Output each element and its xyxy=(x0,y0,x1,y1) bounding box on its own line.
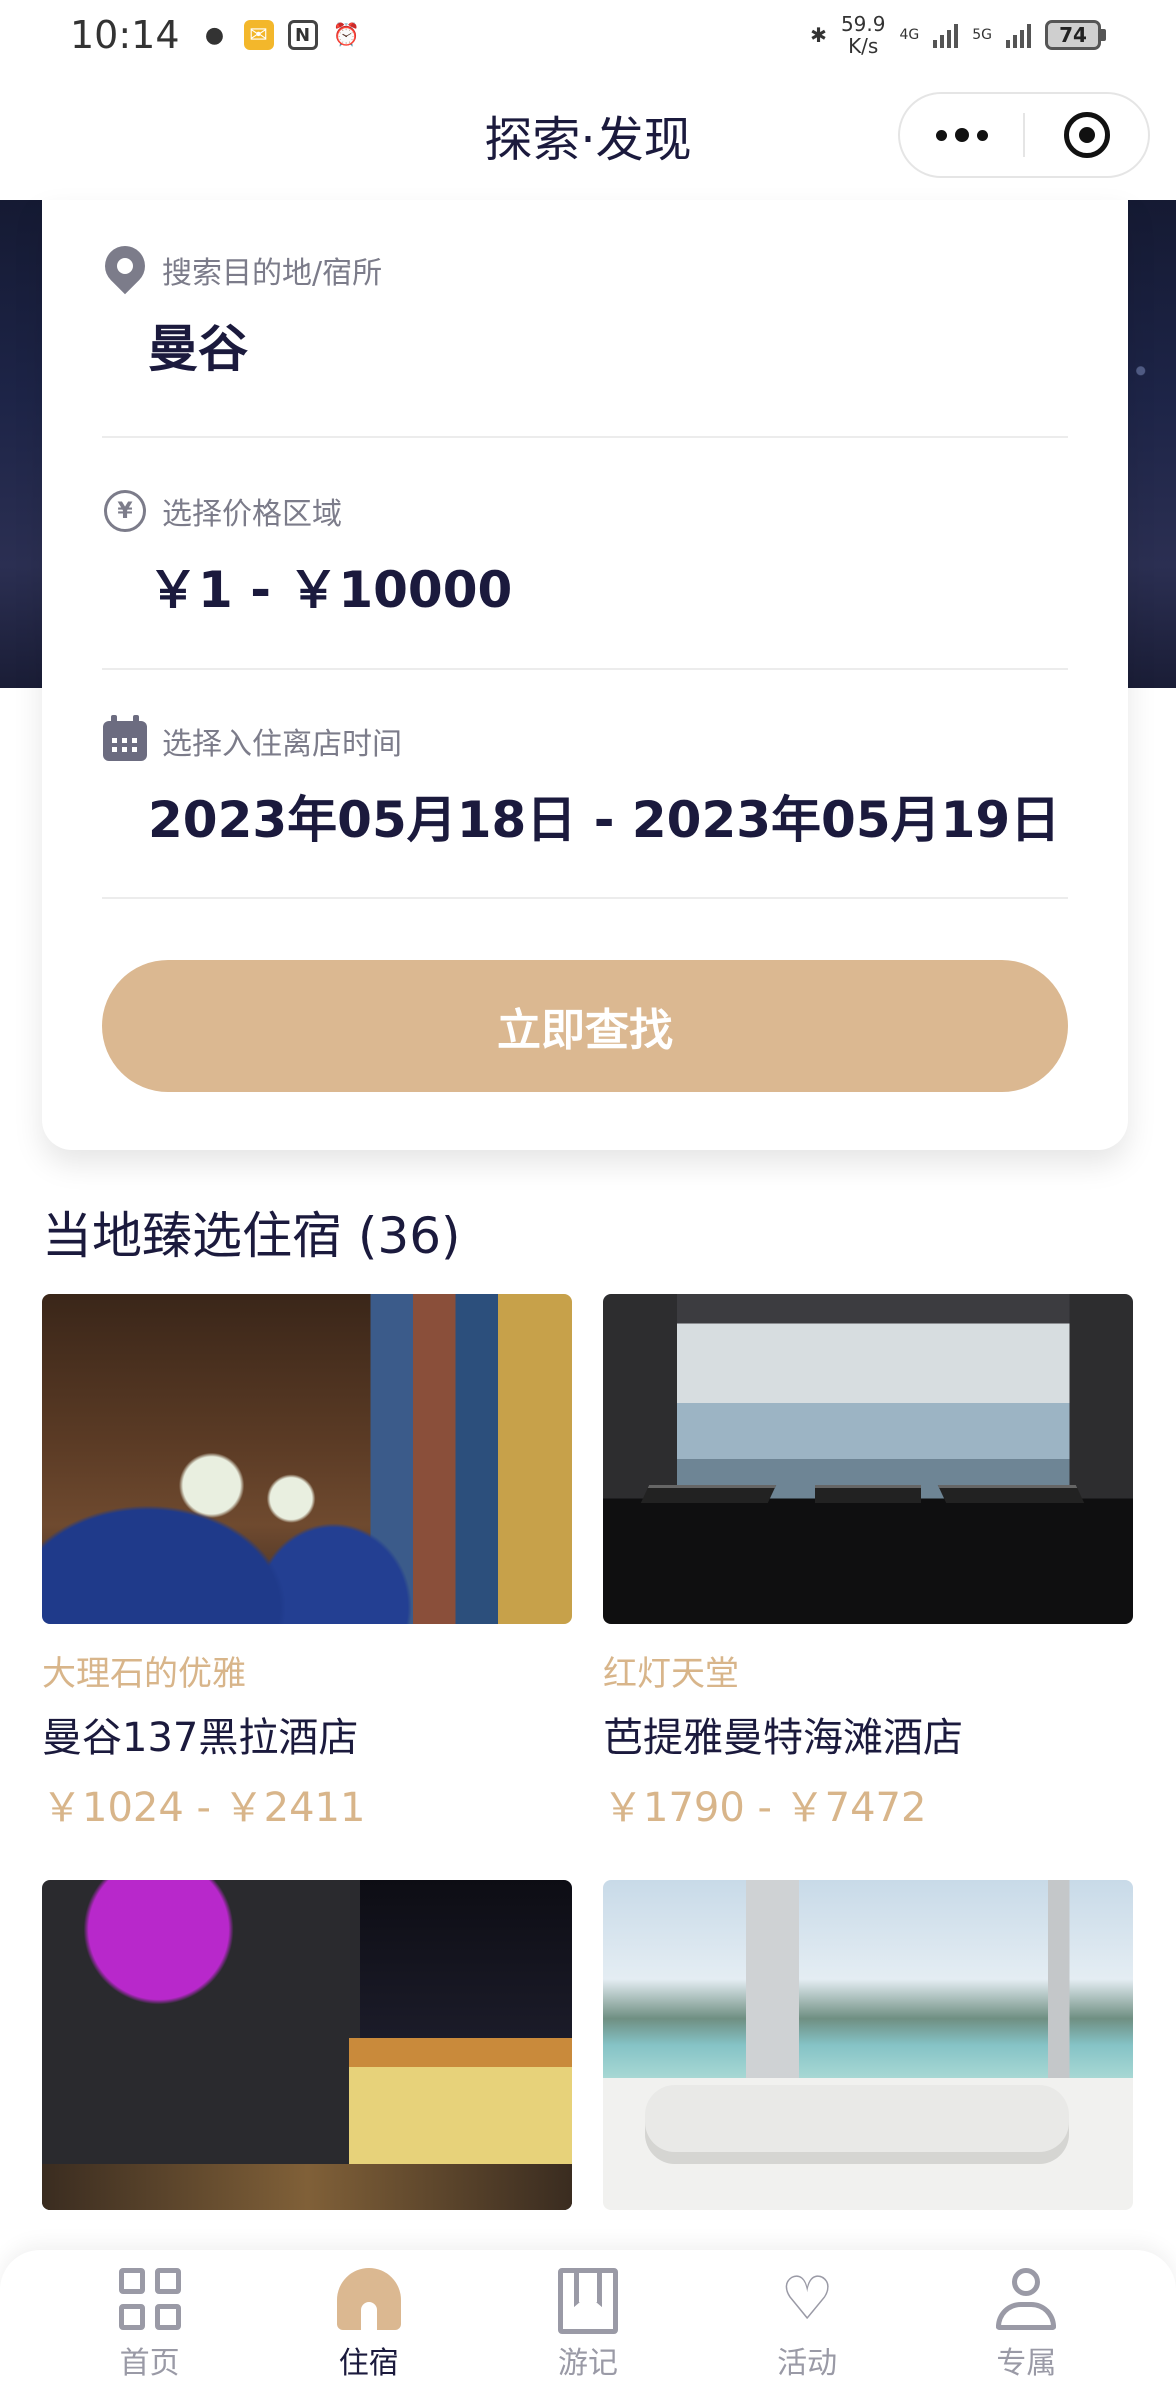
tab-exclusive[interactable]: 专属 xyxy=(926,2268,1126,2382)
grid-icon xyxy=(118,2268,181,2330)
heart-icon: ♡ xyxy=(780,2264,835,2334)
hotel-price: ￥1790 - ￥7472 xyxy=(603,1785,927,1831)
yuan-icon: ¥ xyxy=(104,490,146,532)
hotel-tag: 大理石的优雅 xyxy=(42,1654,246,1694)
net-speed-value: 59.9 xyxy=(840,12,886,36)
close-miniprogram-button[interactable] xyxy=(1025,94,1148,176)
price-range-field[interactable]: ¥ 选择价格区域 ￥1 - ￥10000 xyxy=(102,486,1068,670)
battery-level: 74 xyxy=(1045,20,1101,50)
price-value: ￥1 - ￥10000 xyxy=(148,561,513,619)
tab-stay[interactable]: 住宿 xyxy=(269,2268,469,2382)
date-range-field[interactable]: 选择入住离店时间 2023年05月18日 - 2023年05月19日 xyxy=(102,715,1068,899)
date-label: 选择入住离店时间 xyxy=(162,727,402,762)
status-time: 10:14 xyxy=(70,13,180,57)
bottom-tab-bar: 首页 住宿 游记 ♡ 活动 专属 xyxy=(0,2250,1176,2400)
net-speed: 59.9 K/s xyxy=(841,13,886,57)
hotel-name: 曼谷137黑拉酒店 xyxy=(42,1715,359,1761)
tab-activity[interactable]: ♡ 活动 xyxy=(707,2268,907,2382)
more-button[interactable] xyxy=(900,94,1023,176)
house-icon xyxy=(336,2268,401,2330)
hotel-name: 芭提雅曼特海滩酒店 xyxy=(603,1715,963,1761)
signal-icon-2 xyxy=(1006,22,1031,48)
calendar-icon xyxy=(103,715,147,761)
nav-bar: 探索·发现 xyxy=(0,70,1176,200)
tab-travelogue[interactable]: 游记 xyxy=(488,2268,688,2382)
tab-label: 专属 xyxy=(996,2346,1057,2381)
status-left: 10:14 ● ✉ N ⏰ xyxy=(70,13,362,57)
signal-label-2: 5G xyxy=(972,27,992,43)
more-dot-icon xyxy=(954,128,969,142)
tab-label: 游记 xyxy=(557,2346,618,2381)
hotel-tag: 红灯天堂 xyxy=(603,1654,739,1694)
tab-label: 首页 xyxy=(119,2346,180,2381)
signal-label-1: 4G xyxy=(899,27,920,43)
hotel-card[interactable]: 红灯天堂 芭提雅曼特海滩酒店 ￥1790 - ￥7472 xyxy=(603,1294,1133,1833)
more-dot-icon xyxy=(935,129,947,141)
target-icon xyxy=(1063,112,1110,158)
miniprogram-capsule xyxy=(898,92,1150,178)
alarm-icon: ⏰ xyxy=(332,22,361,48)
hotel-price: ￥1024 - ￥2411 xyxy=(42,1785,366,1831)
user-icon xyxy=(994,2268,1058,2330)
net-speed-unit: K/s xyxy=(848,34,879,58)
date-value: 2023年05月18日 - 2023年05月19日 xyxy=(148,791,1061,849)
hotel-card[interactable] xyxy=(603,1880,1133,2210)
destination-field[interactable]: 搜索目的地/宿所 曼谷 xyxy=(102,245,1068,438)
bluetooth-icon: ✱ xyxy=(810,23,827,47)
location-pin-icon xyxy=(102,242,148,298)
search-now-button[interactable]: 立即查找 xyxy=(102,960,1068,1092)
tab-label: 活动 xyxy=(777,2346,838,2381)
status-right: ✱ 59.9 K/s 4G 5G 74 xyxy=(810,13,1106,57)
price-label: 选择价格区域 xyxy=(162,497,342,532)
hotel-card[interactable] xyxy=(42,1880,572,2210)
battery-icon: 74 xyxy=(1045,20,1106,50)
tab-label: 住宿 xyxy=(338,2346,399,2381)
bookmark-icon xyxy=(557,2268,618,2334)
hotel-image xyxy=(603,1294,1133,1624)
signal-icon-1 xyxy=(933,22,959,48)
more-dot-icon xyxy=(976,129,988,141)
status-bar: 10:14 ● ✉ N ⏰ ✱ 59.9 K/s 4G 5G 74 xyxy=(0,0,1176,70)
hotel-image xyxy=(603,1880,1133,2210)
section-title: 当地臻选住宿 (36) xyxy=(42,1207,461,1265)
hotel-image xyxy=(42,1294,572,1624)
nfc-icon: N xyxy=(287,20,318,50)
hotel-card[interactable]: 大理石的优雅 曼谷137黑拉酒店 ￥1024 - ￥2411 xyxy=(42,1294,572,1833)
search-card: 搜索目的地/宿所 曼谷 ¥ 选择价格区域 ￥1 - ￥10000 选择入住离店时… xyxy=(42,200,1128,1150)
destination-label: 搜索目的地/宿所 xyxy=(162,256,383,291)
message-icon: ✉ xyxy=(243,20,274,50)
destination-value: 曼谷 xyxy=(148,320,248,378)
hotel-image xyxy=(42,1880,572,2210)
wechat-icon: ● xyxy=(204,22,225,48)
tab-home[interactable]: 首页 xyxy=(50,2268,250,2382)
